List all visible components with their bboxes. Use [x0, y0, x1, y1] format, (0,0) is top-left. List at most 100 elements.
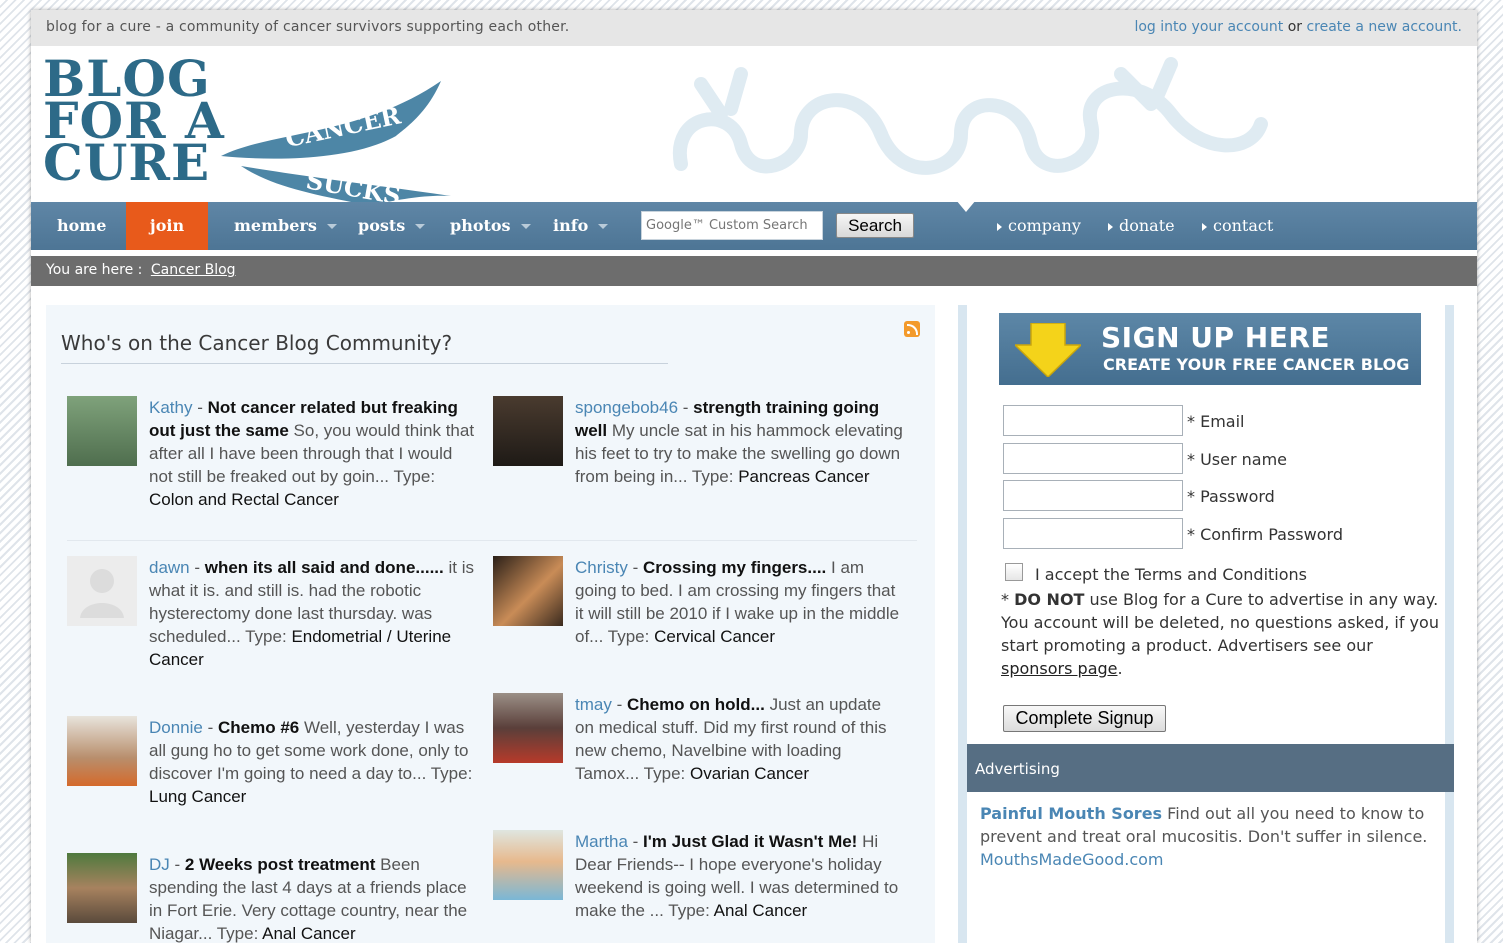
avatar[interactable] [493, 396, 563, 466]
author-link[interactable]: Martha [575, 832, 628, 851]
caret-right-icon [1202, 222, 1207, 231]
post-card: Christy - Crossing my fingers.... I am g… [493, 556, 903, 648]
password-field[interactable] [1003, 480, 1183, 511]
post-title[interactable]: 2 Weeks post treatment [185, 855, 376, 874]
nav-members[interactable]: members [234, 202, 337, 250]
terms-link[interactable]: Terms and Conditions [1135, 565, 1307, 584]
post-title[interactable]: when its all said and done...... [205, 558, 444, 577]
site-logo[interactable]: BLOG FOR A CURE [43, 54, 225, 192]
post-card: Martha - I'm Just Glad it Wasn't Me! Hi … [493, 830, 903, 922]
type-label: Type: [430, 764, 473, 783]
logo-line-cure: CURE [43, 133, 211, 192]
community-panel: Who's on the Cancer Blog Community? Kath… [46, 305, 935, 943]
type-label: Type: [393, 467, 436, 486]
type-label: Type: [216, 924, 259, 943]
author-link[interactable]: Christy [575, 558, 628, 577]
nav-info[interactable]: info [553, 202, 609, 250]
terms-prefix: I accept the [1035, 565, 1130, 584]
chevron-down-icon [520, 224, 531, 229]
post-card: tmay - Chemo on hold... Just an update o… [493, 693, 903, 785]
cancer-type: Colon and Rectal Cancer [149, 490, 339, 509]
type-label: Type: [607, 627, 650, 646]
complete-signup-button[interactable]: Complete Signup [1003, 705, 1166, 732]
avatar[interactable] [493, 556, 563, 626]
cancer-sucks-ribbon: CANCER SUCKS [221, 81, 451, 206]
terms-checkbox[interactable] [1005, 563, 1023, 581]
down-arrow-icon [1015, 323, 1081, 377]
author-link[interactable]: dawn [149, 558, 190, 577]
nav-members-label: members [234, 216, 317, 235]
section-title: Who's on the Cancer Blog Community? [61, 331, 453, 355]
breadcrumb-link[interactable]: Cancer Blog [151, 262, 236, 278]
notice-bold: DO NOT [1014, 590, 1085, 609]
cancer-type: Lung Cancer [149, 787, 247, 806]
nav-posts[interactable]: posts [358, 202, 426, 250]
notice-star: * [1001, 590, 1009, 609]
advertising-heading: Advertising [967, 744, 1454, 792]
signup-subheading: CREATE YOUR FREE CANCER BLOG [1103, 355, 1410, 374]
avatar[interactable] [67, 716, 137, 786]
search-input[interactable] [641, 211, 823, 240]
nav-photos-label: photos [450, 216, 511, 235]
post-card: spongebob46 - strength training going we… [493, 396, 903, 488]
create-account-link[interactable]: create a new account. [1306, 19, 1462, 35]
nav-donate[interactable]: donate [1108, 202, 1175, 250]
cancer-type: Anal Cancer [262, 924, 356, 943]
nav-posts-label: posts [358, 216, 406, 235]
author-link[interactable]: Donnie [149, 718, 203, 737]
avatar[interactable] [67, 396, 137, 466]
avatar[interactable] [493, 830, 563, 900]
username-field[interactable] [1003, 443, 1183, 474]
password-label: * Password [1187, 487, 1275, 506]
post-title[interactable]: Chemo on hold... [627, 695, 765, 714]
confirm-password-field[interactable] [1003, 518, 1183, 549]
type-label: Type: [245, 627, 287, 646]
post-title[interactable]: Chemo #6 [218, 718, 299, 737]
search-button[interactable]: Search [836, 213, 914, 238]
email-field[interactable] [1003, 405, 1183, 436]
signup-banner[interactable]: SIGN UP HERE CREATE YOUR FREE CANCER BLO… [999, 313, 1421, 385]
sponsors-link[interactable]: sponsors page [1001, 659, 1118, 678]
main-nav: home join members posts photos info Sear… [31, 200, 1477, 250]
row-divider [67, 540, 917, 541]
avatar[interactable] [67, 556, 137, 626]
rss-feed-icon[interactable] [904, 321, 920, 337]
cancer-type: Ovarian Cancer [690, 764, 810, 783]
nav-company[interactable]: company [997, 202, 1081, 250]
caret-right-icon [1108, 222, 1113, 231]
caret-right-icon [997, 222, 1002, 231]
post-title[interactable]: I'm Just Glad it Wasn't Me! [643, 832, 857, 851]
top-bar: blog for a cure - a community of cancer … [31, 10, 1477, 46]
secondary-nav: company donate contact [971, 202, 1477, 250]
cancer-type: Cervical Cancer [654, 627, 776, 646]
advertising-notice: * DO NOT use Blog for a Cure to advertis… [1001, 588, 1441, 680]
author-link[interactable]: Kathy [149, 398, 192, 417]
nav-join[interactable]: join [126, 202, 208, 250]
site-tagline: blog for a cure - a community of cancer … [46, 19, 570, 35]
post-card: Kathy - Not cancer related but freaking … [67, 396, 477, 511]
breadcrumb: You are here : Cancer Blog [31, 256, 1477, 286]
type-label: Type: [643, 764, 686, 783]
nav-divider-notch [956, 200, 976, 212]
account-links: log into your account or create a new ac… [1134, 19, 1462, 35]
ad-title-link[interactable]: Painful Mouth Sores [980, 804, 1162, 823]
author-link[interactable]: spongebob46 [575, 398, 678, 417]
nav-company-label: company [1008, 216, 1081, 235]
advertisement: Painful Mouth Sores Find out all you nee… [980, 802, 1442, 871]
nav-photos[interactable]: photos [450, 202, 531, 250]
header: BLOG FOR A CURE CANCER SUCKS [31, 46, 1477, 206]
author-link[interactable]: tmay [575, 695, 612, 714]
default-avatar-icon [80, 569, 124, 618]
email-label: * Email [1187, 412, 1245, 431]
page: blog for a cure - a community of cancer … [31, 10, 1477, 943]
nav-home[interactable]: home [57, 202, 106, 250]
nav-contact[interactable]: contact [1202, 202, 1273, 250]
avatar[interactable] [67, 853, 137, 923]
avatar[interactable] [493, 693, 563, 763]
ad-url-link[interactable]: MouthsMadeGood.com [980, 850, 1163, 869]
login-link[interactable]: log into your account [1134, 19, 1283, 35]
type-label: Type: [668, 901, 710, 920]
signup-sidebar: SIGN UP HERE CREATE YOUR FREE CANCER BLO… [958, 305, 1454, 943]
author-link[interactable]: DJ [149, 855, 170, 874]
post-title[interactable]: Crossing my fingers.... [643, 558, 826, 577]
